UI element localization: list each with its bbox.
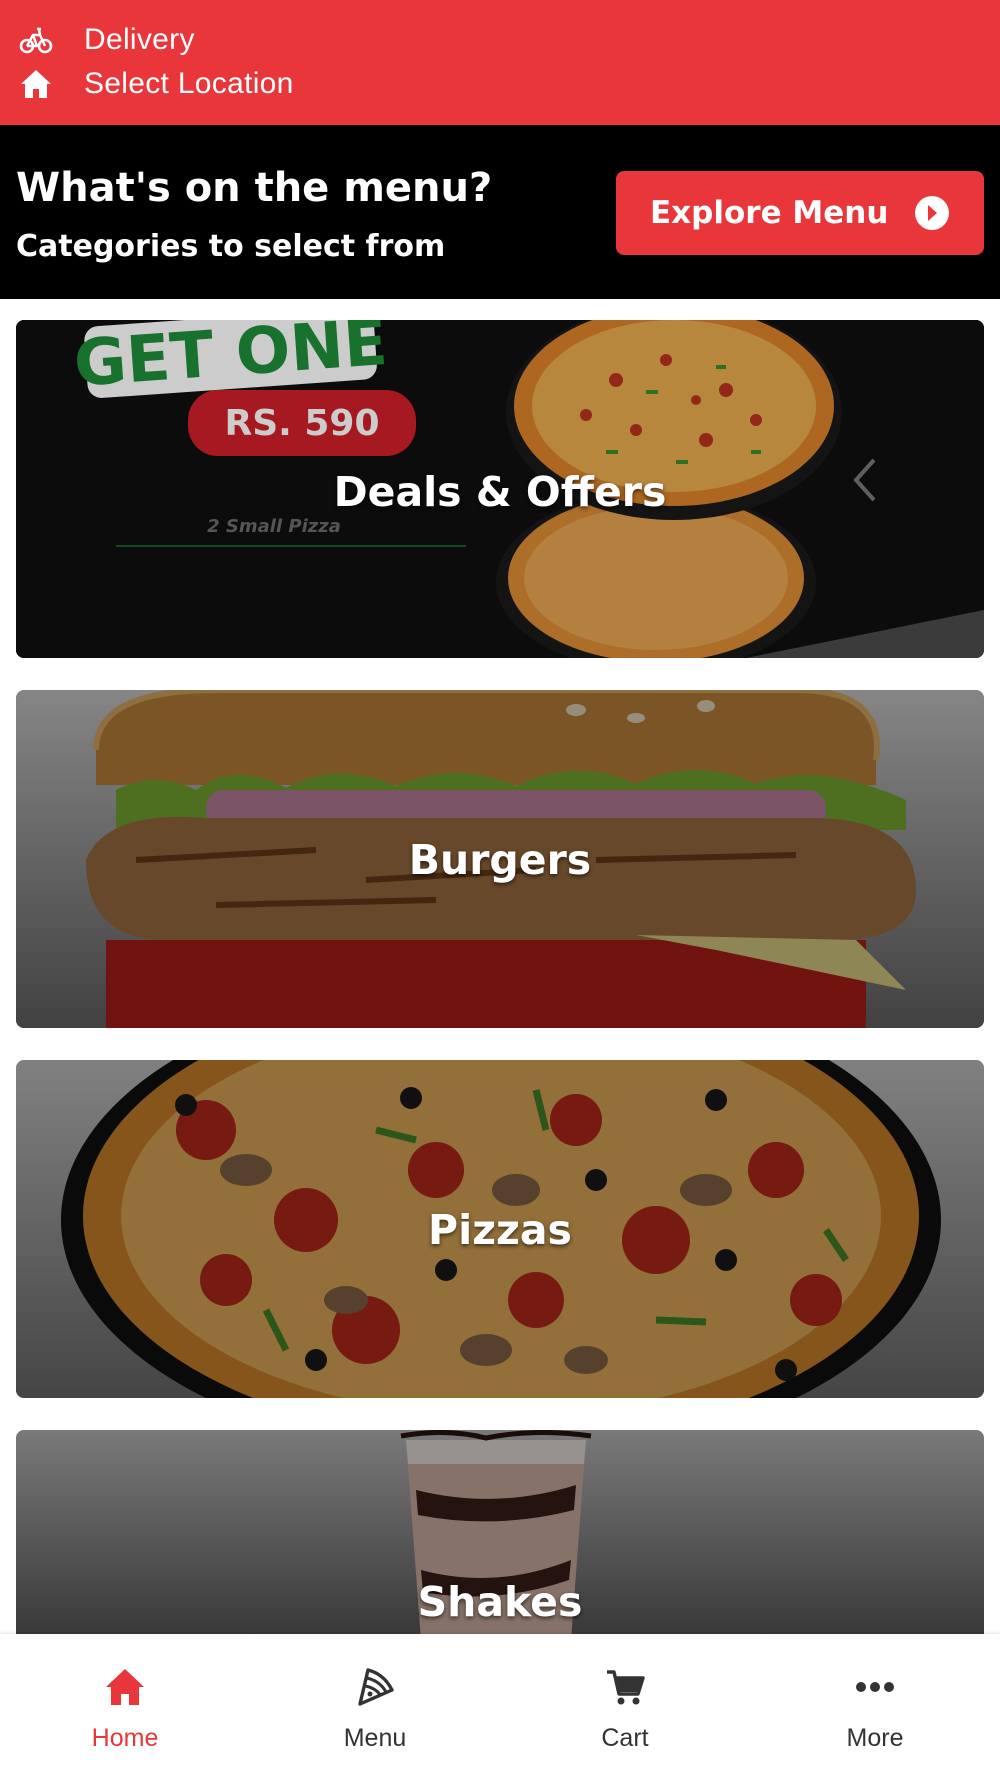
home-icon [18,66,54,102]
menu-promo-banner: What's on the menu? Categories to select… [0,125,1000,299]
explore-menu-button[interactable]: Explore Menu [616,171,984,255]
nav-label: Cart [601,1724,649,1752]
nav-home[interactable]: Home [0,1634,250,1778]
home-icon [102,1664,148,1710]
nav-label: More [846,1724,904,1752]
location-label: Select Location [84,67,294,100]
delivery-mode[interactable]: Delivery [18,22,195,58]
delivery-label: Delivery [84,23,195,56]
nav-label: Home [91,1724,159,1752]
category-label: Pizzas [428,1206,572,1254]
nav-cart[interactable]: Cart [500,1634,750,1778]
explore-menu-label: Explore Menu [650,195,889,231]
category-card-shakes[interactable]: Shakes [16,1430,984,1640]
bottom-navigation: Home Menu Cart More [0,1634,1000,1778]
nav-menu[interactable]: Menu [250,1634,500,1778]
select-location[interactable]: Select Location [18,66,294,102]
pizza-slice-icon [352,1664,398,1710]
nav-label: Menu [343,1724,407,1752]
top-bar: Delivery Select Location [0,0,1000,125]
nav-more[interactable]: More [750,1634,1000,1778]
category-card-deals[interactable]: GET ONE RS. 590 2 Small Pizza Deals & Of… [16,320,984,658]
arrow-circle-right-icon [914,195,950,231]
bicycle-icon [18,22,54,58]
category-label: Burgers [408,836,592,884]
promo-title: What's on the menu? [16,165,493,211]
promo-subtitle: Categories to select from [16,229,446,264]
category-card-burgers[interactable]: Burgers [16,690,984,1028]
cart-icon [602,1664,648,1710]
category-label: Shakes [417,1578,583,1626]
more-dots-icon [852,1664,898,1710]
category-card-pizzas[interactable]: Pizzas [16,1060,984,1398]
category-label: Deals & Offers [333,468,667,516]
